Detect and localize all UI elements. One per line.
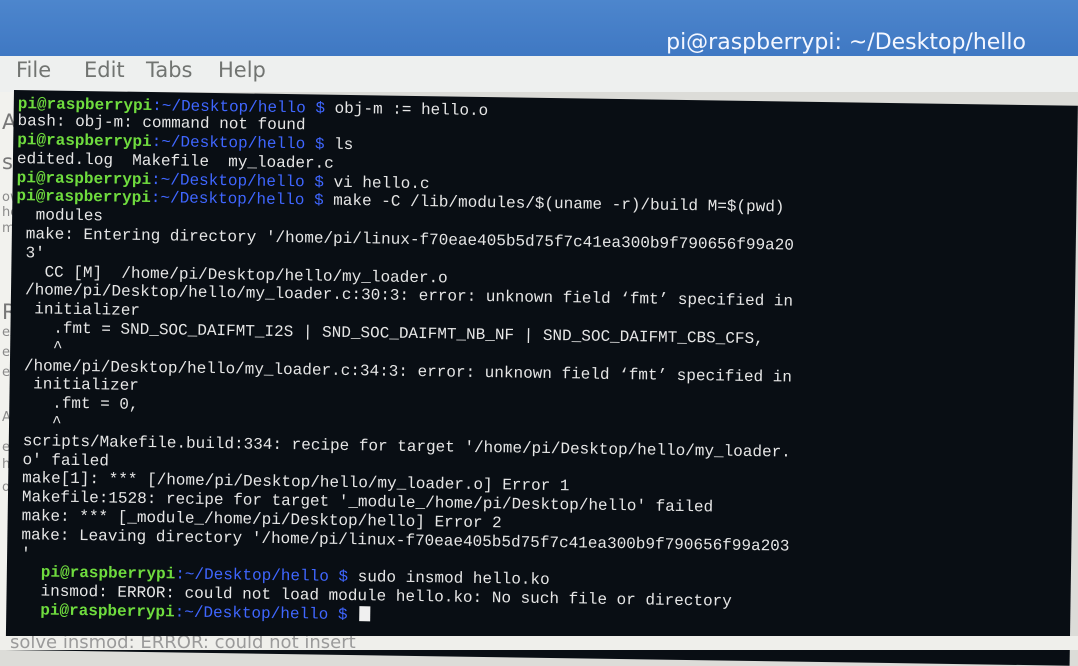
terminal-output-line: .fmt = SND_SOC_DAIFMT_I2S | SND_SOC_DAIF… [24,319,764,349]
terminal-output-line: /home/pi/Desktop/hello/my_loader.c:34:3:… [23,357,793,387]
window-titlebar[interactable]: pi@raspberrypi: ~/Desktop/hello [0,0,1078,56]
prompt-user: pi@raspberrypi [17,131,152,152]
prompt-user: pi@raspberrypi [40,563,176,584]
background-window-bottom: solve insmod: ERROR: could not insert [0,636,1078,650]
background-text: solve insmod: ERROR: could not insert [10,636,356,650]
terminal-output-line: 3' [25,244,45,263]
prompt-user: pi@raspberrypi [16,187,151,208]
prompt-user: pi@raspberrypi [40,601,175,622]
command-text: vi hello.c [323,173,430,194]
terminal-output-line: initializer [24,300,141,320]
prompt-path: :~/Desktop/hello $ [150,189,324,210]
command-text: obj-m := hello.o [324,99,489,121]
command-text: make -C /lib/modules/$(uname -r)/build M… [323,191,785,217]
terminal-output-line: initializer [23,375,139,395]
terminal-output-line: .fmt = 0, [23,394,139,414]
command-text [347,606,357,624]
terminal-output-line: ^ [24,338,63,357]
command-text: ls [324,135,354,155]
terminal-command-line: pi@raspberrypi:~/Desktop/hello $ [40,601,371,625]
command-text: sudo insmod hello.ko [347,568,550,589]
prompt-path: :~/Desktop/hello $ [175,565,349,587]
menu-edit[interactable]: Edit [84,58,125,82]
terminal-output-line: ' [20,545,31,564]
prompt-path: :~/Desktop/hello $ [174,603,348,625]
terminal-output-line: make: Entering directory '/home/pi/linux… [25,225,795,255]
terminal-cursor [359,606,371,622]
window-title: pi@raspberrypi: ~/Desktop/hello [666,30,1026,55]
menu-file[interactable]: File [16,58,51,82]
terminal-output-line: o' failed [22,451,110,471]
menu-bar: File Edit Tabs Help [0,56,1078,92]
menu-tabs[interactable]: Tabs [146,58,193,82]
prompt-user: pi@raspberrypi [16,169,152,190]
terminal-output-line: scripts/Makefile.build:334: recipe for t… [22,432,791,462]
terminal-output-line: ^ [22,413,62,432]
terminal-output-line: modules [26,206,104,226]
menu-help[interactable]: Help [218,58,266,82]
terminal-output[interactable]: pi@raspberrypi:~/Desktop/hello $ obj-m :… [5,90,1078,666]
prompt-path: :~/Desktop/hello $ [151,133,325,154]
